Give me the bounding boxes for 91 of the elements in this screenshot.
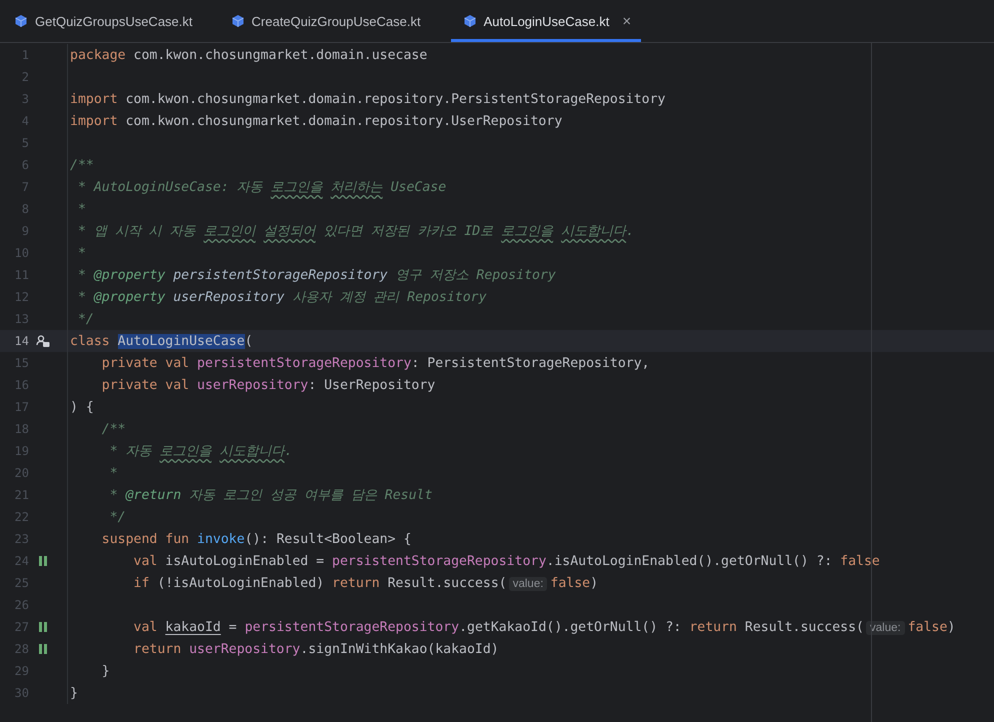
code-text: com.kwon.chosungmarket.domain.repository.UserRepository [124,114,562,128]
file-tab[interactable]: AutoLoginUseCase.kt × [450,0,642,42]
doc-comment: /** [100,422,126,436]
author-icon[interactable] [36,334,50,348]
doc-comment: 로그인이 [204,224,257,239]
property-name: userRepository [189,642,300,656]
keyword: class [70,334,111,348]
doc-comment: 로그인을 [501,224,554,239]
doc-comment: 사용자 계정 관리 Repository [291,290,487,305]
close-icon[interactable]: × [622,12,632,30]
code-text: } [70,686,78,700]
code-text: Result.success( [744,620,864,634]
doc-comment: 설정되어 [264,224,316,239]
code-text: com.kwon.chosungmarket.domain.usecase [132,48,428,62]
doc-comment: 영구 저장소 Repository [394,268,556,283]
code-text: .getKakaoId().getOrNull() ?: [459,620,682,634]
doc-comment: 시도합니다 [561,224,626,239]
doc-comment: * [108,488,119,503]
code-text: ) { [70,400,94,414]
code-text: Result.success( [386,576,507,590]
keyword: package [70,48,126,62]
code-text: .isAutoLoginEnabled().getOrNull() ?: [546,554,834,568]
doc-comment: * 앱 시작 시 자동 [76,224,197,239]
doc-comment: 로그인을 [160,444,213,459]
keyword: false [840,554,880,568]
variable-name: kakaoId [165,620,221,634]
doc-comment: * [76,246,86,260]
doc-comment: * 자동 [108,444,153,459]
doc-comment: 처리하는 [330,180,383,195]
doc-comment: * [108,466,118,480]
doc-param: persistentStorageRepository [173,268,388,283]
keyword: val [132,620,158,634]
doc-tag: @property [94,290,174,305]
keyword: if [132,576,150,590]
doc-comment: 시도합니다 [219,444,284,459]
code-text: (): Result<Boolean> { [244,532,412,546]
file-tab[interactable]: CreateQuizGroupUseCase.kt [222,0,437,42]
keyword: false [550,576,590,590]
change-marker[interactable] [38,555,48,567]
change-marker[interactable] [38,643,48,655]
doc-comment: * [76,290,87,305]
property-name: userRepository [197,378,308,392]
code-text: com.kwon.chosungmarket.domain.repository.PersistentStorageRepository [124,92,666,106]
doc-comment: * AutoLoginUseCase: 자동 [76,180,264,195]
parameter-hint: value: [866,620,905,634]
code-text: (!isAutoLoginEnabled) [156,576,326,590]
doc-comment: * [76,202,86,216]
kotlin-file-icon [462,14,477,28]
doc-comment: 로그인을 [270,180,324,195]
keyword: return [689,620,737,634]
property-name: persistentStorageRepository [197,356,412,370]
doc-comment: 자동 로그인 성공 여부를 담은 Result [188,488,432,503]
property-name: persistentStorageRepository [244,620,460,634]
keyword: return [132,642,182,656]
doc-tag: @property [94,268,174,283]
keyword: val [132,554,158,568]
keyword: import [70,114,118,128]
doc-param: userRepository [173,290,284,305]
line-number: 14 [14,334,29,348]
code-text: ( [244,334,253,348]
code-text: isAutoLoginEnabled = [164,554,326,568]
keyword: import [70,92,118,106]
code-text: = [228,620,238,634]
kotlin-file-icon [14,14,28,28]
keyword: private val [100,356,190,370]
change-marker[interactable] [38,621,48,633]
keyword: private val [100,378,190,392]
file-tab[interactable]: GetQuizGroupsUseCase.kt [6,0,209,42]
parameter-hint: value: [508,576,548,590]
doc-comment: /** [70,158,94,172]
code-text: ) [590,576,598,590]
kotlin-file-icon [230,14,245,28]
function-name: invoke [197,532,245,546]
keyword: suspend fun [100,532,190,546]
property-name: persistentStorageRepository [332,554,546,568]
doc-comment: 있다면 저장된 카카오 ID로 [322,224,494,239]
doc-comment: */ [108,510,126,524]
keyword: false [908,620,948,634]
code-text: : PersistentStorageRepository, [411,356,650,370]
code-text: .signInWithKakao(kakaoId) [300,642,499,656]
doc-comment: . [626,224,634,239]
doc-comment: UseCase [390,180,446,195]
doc-comment: . [284,444,292,459]
code-text: } [100,664,110,678]
doc-tag: @return [126,488,182,503]
doc-comment: * [76,268,87,283]
keyword: return [332,576,380,590]
code-text: ) [947,620,956,634]
doc-comment: */ [76,312,94,326]
code-text: : UserRepository [308,378,436,392]
selected-class-name: AutoLoginUseCase [118,334,245,348]
